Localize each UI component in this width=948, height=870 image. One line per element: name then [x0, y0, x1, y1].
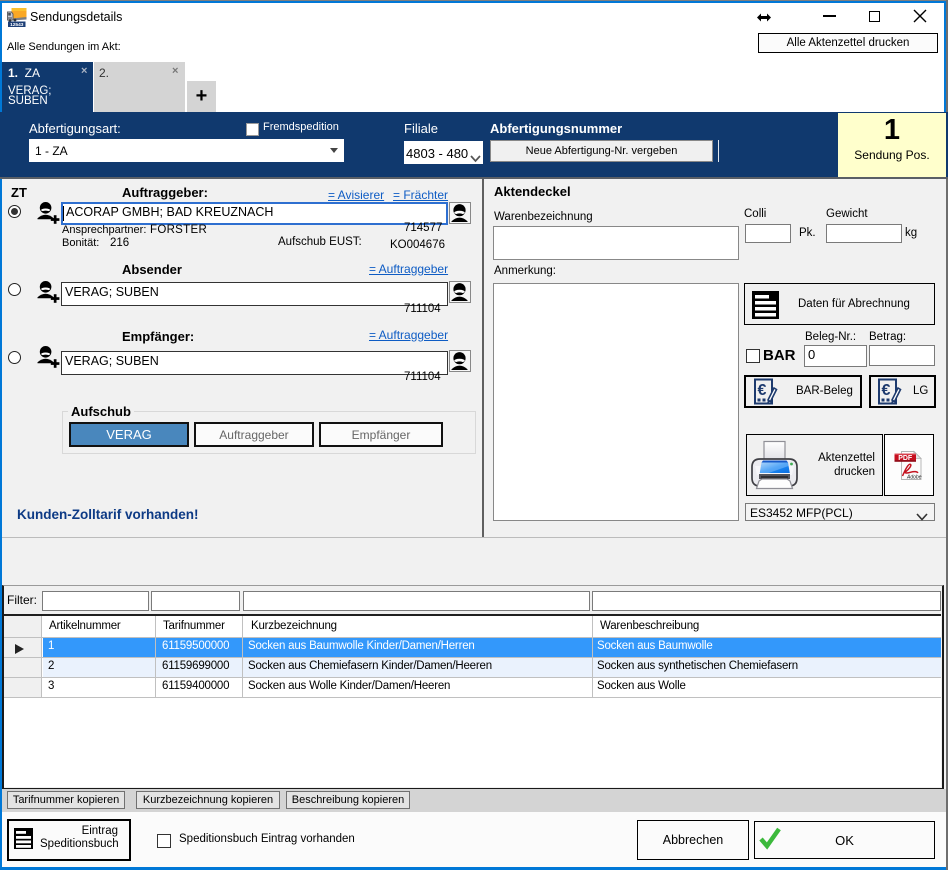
- svg-text:€: €: [882, 382, 891, 399]
- svg-text:Adobe: Adobe: [906, 475, 922, 481]
- svg-text:PDF: PDF: [898, 455, 913, 462]
- svg-text:€: €: [758, 382, 767, 399]
- svg-text:12543: 12543: [10, 22, 24, 27]
